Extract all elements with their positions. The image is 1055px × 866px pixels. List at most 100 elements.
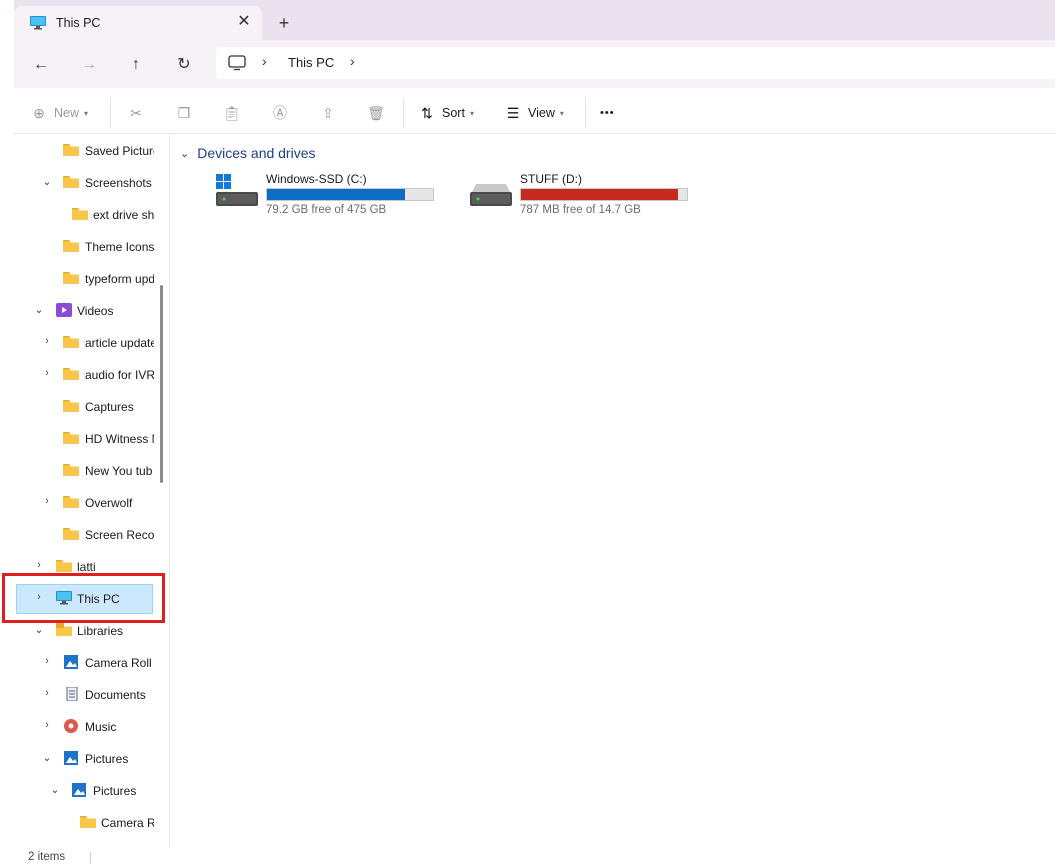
sidebar-item-label: latti xyxy=(77,560,96,574)
documents-icon xyxy=(64,686,80,702)
drive-free-space: 787 MB free of 14.7 GB xyxy=(520,204,641,216)
tab-this-pc[interactable]: This PC ✕ xyxy=(14,6,262,40)
folder-icon xyxy=(80,815,96,829)
sidebar-item-label: New You tub xyxy=(85,464,153,478)
group-title: Devices and drives xyxy=(197,145,316,161)
sidebar-item-label: Camera Roll xyxy=(85,656,152,670)
chevron-down-icon[interactable]: ⌄ xyxy=(32,303,46,316)
sidebar-item-label: ext drive sh xyxy=(93,208,154,222)
address-bar[interactable]: › This PC › xyxy=(216,47,1055,79)
delete-button[interactable]: 🗑︎ xyxy=(367,102,385,124)
sidebar-item[interactable]: › Music xyxy=(0,714,160,740)
navigation-scrollbar[interactable] xyxy=(160,285,163,483)
drive-d[interactable]: STUFF (D:) 787 MB free of 14.7 GB xyxy=(470,170,710,220)
sidebar-item[interactable]: Captures xyxy=(0,394,160,420)
up-button[interactable]: ↑ xyxy=(121,52,151,78)
new-label: New xyxy=(54,106,80,120)
back-button[interactable]: ← xyxy=(26,52,56,78)
refresh-button[interactable]: ↻ xyxy=(169,52,199,78)
pictures-icon xyxy=(72,783,88,797)
plus-circle-icon: ⊕ xyxy=(33,104,45,121)
chevron-right-icon[interactable]: › xyxy=(40,335,54,347)
sidebar-item-label: Theme Icons xyxy=(85,240,154,254)
sidebar-item[interactable]: HD Witness N xyxy=(0,426,160,452)
sidebar-item-label: Saved Pictures xyxy=(85,144,154,158)
sidebar-item-label: Captures xyxy=(85,400,134,414)
chevron-right-icon[interactable]: › xyxy=(40,719,54,731)
folder-icon xyxy=(63,143,79,157)
cut-button[interactable]: ✂ xyxy=(127,102,145,124)
breadcrumb-chevron-icon[interactable]: › xyxy=(262,53,267,69)
new-tab-button[interactable]: + xyxy=(270,12,298,36)
sidebar-item[interactable]: ext drive sh xyxy=(0,202,160,228)
chevron-right-icon[interactable]: › xyxy=(32,559,46,571)
chevron-down-icon[interactable]: ⌄ xyxy=(48,783,62,796)
folder-icon xyxy=(63,335,79,349)
chevron-down-icon[interactable]: ⌄ xyxy=(40,751,54,764)
new-button[interactable]: ⊕ New ▾ xyxy=(30,102,88,124)
sidebar-item[interactable]: ⌄ Pictures xyxy=(0,778,160,804)
share-button[interactable]: ⇪ xyxy=(319,102,337,124)
monitor-icon xyxy=(30,16,46,30)
toolbar-divider xyxy=(585,98,586,128)
breadcrumb-this-pc[interactable]: This PC xyxy=(288,55,334,70)
sidebar-item[interactable]: New You tub xyxy=(0,458,160,484)
sidebar-item-label: Documents xyxy=(85,688,146,702)
view-icon: ☰ xyxy=(506,104,520,121)
paste-icon: 📋︎ xyxy=(223,104,241,121)
paste-button[interactable]: 📋︎ xyxy=(223,102,241,124)
drive-name: STUFF (D:) xyxy=(520,172,582,186)
status-bar: 2 items xyxy=(14,848,1055,866)
sidebar-item[interactable]: Camera R xyxy=(0,810,160,836)
folder-icon xyxy=(63,495,79,509)
monitor-outline-icon xyxy=(228,55,246,71)
folder-icon xyxy=(63,463,79,477)
sidebar-item-label: typeform upd xyxy=(85,272,154,286)
folder-icon xyxy=(63,239,79,253)
sidebar-item-label: HD Witness N xyxy=(85,432,154,446)
sidebar-item[interactable]: › article update xyxy=(0,330,160,356)
sidebar-item[interactable]: › Documents xyxy=(0,682,160,708)
sidebar-item[interactable]: typeform upd xyxy=(0,266,160,292)
view-button[interactable]: ☰ View ▾ xyxy=(504,102,564,124)
sidebar-item-label: Videos xyxy=(77,304,114,318)
annotation-highlight xyxy=(2,573,165,623)
drive-free-space: 79.2 GB free of 475 GB xyxy=(266,204,387,216)
forward-button[interactable]: → xyxy=(74,52,104,78)
chevron-right-icon[interactable]: › xyxy=(40,655,54,667)
more-options-button[interactable]: ••• xyxy=(600,102,615,124)
close-tab-icon[interactable]: ✕ xyxy=(234,12,254,32)
toolbar-divider xyxy=(403,98,404,128)
rename-icon: Ⓐ xyxy=(273,105,287,121)
sidebar-item[interactable]: › Overwolf xyxy=(0,490,160,516)
hard-drive-icon xyxy=(470,184,512,206)
tab-title: This PC xyxy=(56,16,101,30)
sidebar-item-label: Camera R xyxy=(101,816,154,830)
sidebar-item[interactable]: › audio for IVR xyxy=(0,362,160,388)
group-devices-and-drives[interactable]: ⌄ Devices and drives xyxy=(180,145,316,161)
folder-icon xyxy=(63,367,79,381)
sidebar-item[interactable]: ⌄ Videos xyxy=(0,298,160,324)
sidebar-item[interactable]: Screen Recor xyxy=(0,522,160,548)
drive-usage-fill xyxy=(521,189,679,200)
rename-button[interactable]: Ⓐ xyxy=(271,102,289,124)
breadcrumb-chevron-icon[interactable]: › xyxy=(350,53,355,69)
sidebar-item[interactable]: › Camera Roll xyxy=(0,650,160,676)
copy-button[interactable]: ❐ xyxy=(175,102,193,124)
sidebar-item[interactable]: ⌄ Screenshots xyxy=(0,170,160,196)
chevron-right-icon[interactable]: › xyxy=(40,367,54,379)
chevron-right-icon[interactable]: › xyxy=(40,687,54,699)
videos-icon xyxy=(56,303,72,317)
chevron-down-icon[interactable]: ⌄ xyxy=(32,623,46,636)
sidebar-item-label: Pictures xyxy=(93,784,137,798)
chevron-right-icon[interactable]: › xyxy=(40,495,54,507)
sort-button[interactable]: ⇅ Sort ▾ xyxy=(418,102,474,124)
sidebar-item[interactable]: Saved Pictures xyxy=(0,138,160,164)
sidebar-item[interactable]: Theme Icons xyxy=(0,234,160,260)
drive-name: Windows-SSD (C:) xyxy=(266,172,367,186)
drive-c[interactable]: Windows-SSD (C:) 79.2 GB free of 475 GB xyxy=(216,170,456,220)
chevron-down-icon[interactable]: ⌄ xyxy=(40,175,54,188)
sidebar-item[interactable]: ⌄ Pictures xyxy=(0,746,160,772)
folder-icon xyxy=(63,399,79,413)
item-count: 2 items xyxy=(28,851,66,863)
